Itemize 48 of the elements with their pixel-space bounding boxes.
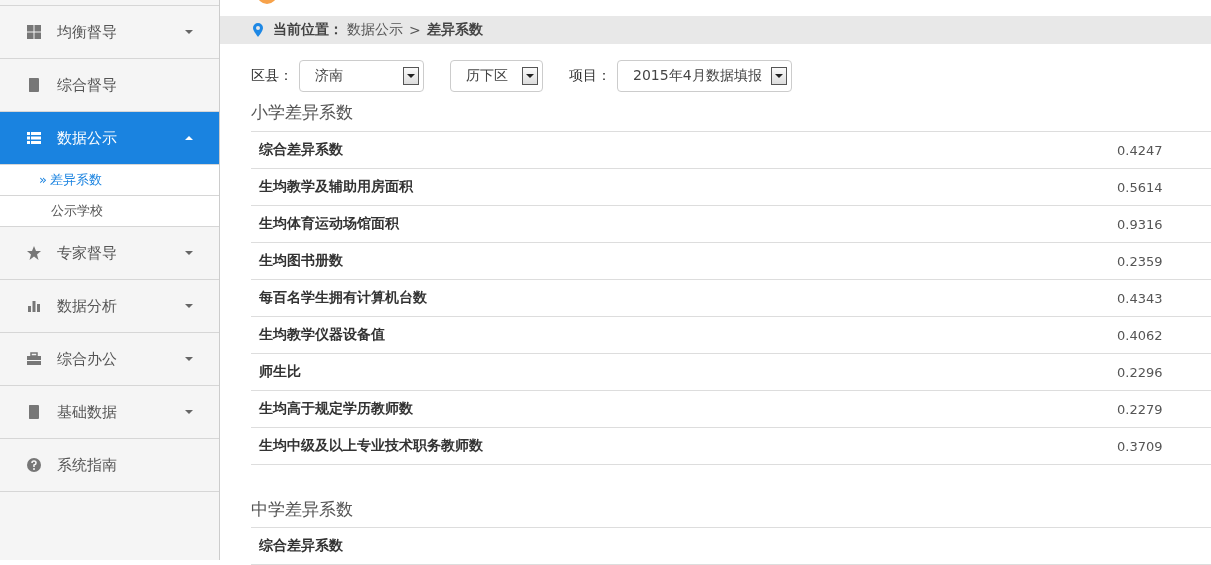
breadcrumb-separator: > [409, 21, 421, 38]
district-select[interactable]: 历下区 [450, 59, 543, 92]
table-cell-text: 生均体育运动场馆面积 [259, 215, 400, 233]
table-cell-text: 0.4343 [1117, 290, 1164, 306]
table-cell-text: 0.2279 [1117, 401, 1164, 417]
breadcrumb-link[interactable]: 数据公示 [347, 20, 403, 39]
table-cell-text: 生均图书册数 [259, 252, 344, 270]
project-label: 项目： [569, 66, 611, 85]
sidebar-item[interactable]: 基础数据 [0, 386, 219, 439]
list-icon [26, 130, 42, 146]
submenu-item[interactable]: 公示学校 [0, 196, 219, 227]
table-cell-text: 0.5614 [1117, 179, 1164, 195]
location-pin-icon [253, 22, 263, 37]
table-cell-text: 生均教学仪器设备值 [259, 326, 386, 344]
county-label: 区县： [251, 66, 293, 85]
table-cell-text: 0.3709 [1117, 438, 1164, 454]
city-select[interactable]: 济南 [299, 59, 424, 92]
table-cell-text: 生均教学及辅助用房面积 [259, 178, 414, 196]
table-cell-text: 每百名学生拥有计算机台数 [259, 289, 428, 307]
table-cell-text: 综合差异系数 [259, 141, 344, 159]
table-cell-text: 0.9316 [1117, 216, 1164, 232]
breadcrumb-current: 差异系数 [426, 20, 483, 39]
table-cell-text: 综合差异系数 [259, 537, 344, 555]
breadcrumb-label: 当前位置： [273, 20, 343, 39]
sidebar-item[interactable]: 数据公示 [0, 112, 219, 165]
table-cell-text: 0.2359 [1117, 253, 1164, 269]
sidebar-item[interactable]: 均衡督导 [0, 6, 219, 59]
section-title: 小学差异系数 [251, 92, 1211, 132]
table-cell-text: 生均中级及以上专业技术职务教师数 [259, 437, 484, 455]
sidebar-item[interactable]: 系统指南 [0, 439, 219, 492]
book-icon [26, 77, 42, 93]
table-cell-text: 生均高于规定学历教师数 [259, 400, 414, 418]
grid-icon [26, 24, 42, 40]
table-cell-text: 0.4062 [1117, 327, 1164, 343]
submenu-item[interactable]: » 差异系数 [0, 165, 219, 196]
table-cell-text: 0.4247 [1117, 142, 1164, 158]
project-select[interactable]: 2015年4月数据填报 [617, 59, 792, 92]
table-cell-text: 师生比 [259, 363, 302, 381]
section-title: 中学差异系数 [251, 489, 1211, 528]
help-icon [26, 457, 42, 473]
sidebar-item[interactable]: 综合办公 [0, 333, 219, 386]
star-icon [26, 245, 42, 261]
sidebar-item[interactable]: 专家督导 [0, 227, 219, 280]
book-icon [26, 404, 42, 420]
bar-chart-icon [26, 298, 42, 314]
sidebar-item[interactable]: 数据分析 [0, 280, 219, 333]
table-cell-text: 0.2296 [1117, 364, 1164, 380]
briefcase-icon [26, 351, 42, 367]
